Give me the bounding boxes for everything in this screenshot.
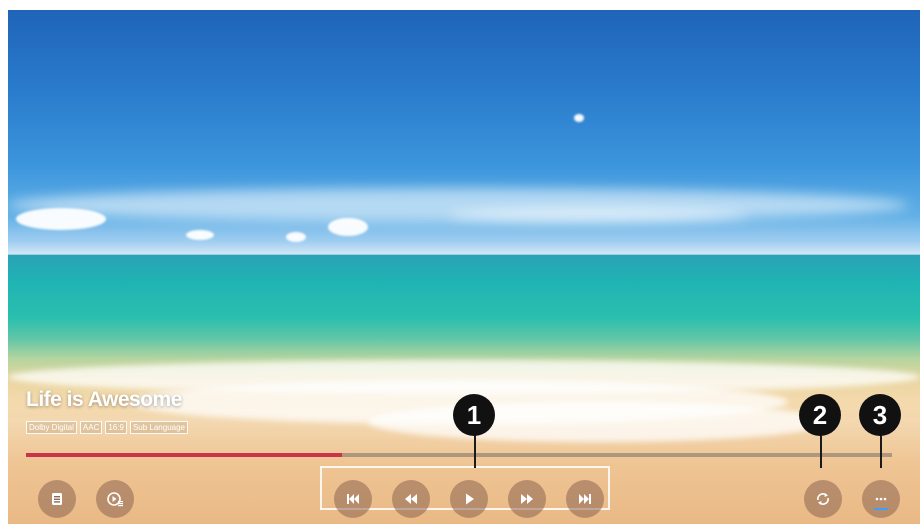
cloud [328, 218, 368, 236]
cloud [286, 232, 306, 242]
skip-next-icon [579, 494, 591, 504]
callout-2: 2 [799, 394, 841, 436]
badge-sub-language: Sub Language [129, 421, 188, 434]
skip-previous-icon [347, 494, 359, 504]
format-badges: Dolby Digital AAC 16:9 Sub Language [26, 421, 188, 434]
badge-aspect-ratio: 16:9 [105, 421, 127, 434]
focus-indicator [874, 508, 888, 510]
rewind-button[interactable] [392, 480, 430, 518]
playback-settings-button[interactable] [96, 480, 134, 518]
repeat-icon [817, 493, 829, 505]
cloud [574, 114, 584, 122]
rewind-icon [405, 494, 417, 504]
more-icon [875, 497, 887, 501]
previous-button[interactable] [334, 480, 372, 518]
more-button[interactable] [862, 480, 900, 518]
video-frame [8, 10, 920, 524]
next-button[interactable] [566, 480, 604, 518]
surf-foam [368, 402, 828, 442]
video-title: Life is Awesome [26, 388, 182, 411]
cloud-streak [448, 208, 748, 222]
progress-bar[interactable] [26, 453, 892, 457]
fast-forward-icon [521, 494, 533, 504]
callout-line [820, 432, 822, 468]
callout-1: 1 [453, 394, 495, 436]
callout-3: 3 [859, 394, 901, 436]
play-settings-icon [107, 492, 123, 507]
play-icon [466, 493, 474, 505]
play-button[interactable] [450, 480, 488, 518]
list-icon [52, 493, 62, 505]
repeat-button[interactable] [804, 480, 842, 518]
badge-aac: AAC [79, 421, 103, 434]
callout-line [474, 432, 476, 468]
playlist-button[interactable] [38, 480, 76, 518]
cloud [16, 208, 106, 230]
callout-line [880, 432, 882, 468]
badge-dolby-digital: Dolby Digital [26, 421, 77, 434]
cloud [186, 230, 214, 240]
progress-fill [26, 453, 343, 457]
fast-forward-button[interactable] [508, 480, 546, 518]
